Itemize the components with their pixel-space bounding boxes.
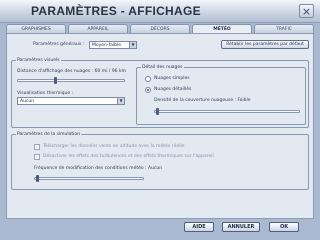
detailed-clouds-label: Nuages détaillés (154, 87, 192, 92)
simple-clouds-radio[interactable] (145, 76, 151, 82)
thermal-visualization-value: Aucun (20, 99, 35, 104)
general-settings-value: Moyen-faible (92, 43, 122, 48)
weather-update-slider[interactable] (34, 175, 144, 182)
cloud-distance-label: Distance d'affichage des nuages : 60 mi … (17, 69, 126, 74)
cloud-distance-slider[interactable] (17, 77, 125, 84)
visual-settings-title: Paramètres visuels (16, 58, 61, 63)
simulation-settings-title: Paramètres de la simulation (16, 132, 82, 137)
simple-clouds-label: Nuages simples (154, 76, 190, 81)
disable-turbulence-label: Désactiver les effets des turbulences et… (43, 154, 214, 159)
weather-update-label: Fréquence de modification des conditions… (34, 166, 163, 171)
general-settings-label: Paramètres généraux : (33, 42, 85, 47)
thermal-visualization-select[interactable]: Aucun ▼ (17, 97, 125, 105)
download-winds-checkbox[interactable] (34, 144, 40, 150)
general-settings-select[interactable]: Moyen-faible ▼ (89, 41, 137, 49)
reset-defaults-button[interactable]: Rétablir les paramètres par défaut (221, 40, 309, 49)
cloud-density-label: Densité de la couverture nuageuse : Faib… (154, 98, 251, 103)
help-button[interactable]: AIDE (184, 222, 214, 232)
visual-settings-group: Paramètres visuels Distance d'affichage … (11, 58, 309, 128)
slider-thumb[interactable] (54, 77, 57, 84)
chevron-down-icon: ▼ (117, 98, 124, 104)
chevron-down-icon: ▼ (129, 42, 136, 48)
cloud-density-slider[interactable] (154, 108, 300, 115)
cloud-detail-group: Détail des nuages Nuages simples Nuages … (136, 65, 306, 125)
disable-turbulence-checkbox[interactable] (34, 154, 40, 160)
settings-panel: Paramètres généraux : Moyen-faible ▼ Rét… (6, 33, 314, 219)
simulation-settings-group: Paramètres de la simulation Télécharger … (11, 132, 309, 190)
cloud-detail-title: Détail des nuages (141, 65, 184, 70)
detailed-clouds-radio[interactable] (145, 87, 151, 93)
window-title: PARAMÈTRES - AFFICHAGE (31, 4, 201, 18)
title-bar: PARAMÈTRES - AFFICHAGE × (0, 0, 320, 23)
ok-button[interactable]: OK (269, 222, 299, 232)
slider-thumb[interactable] (36, 175, 39, 182)
thermal-visualization-label: Visualisation thermique : (17, 91, 74, 96)
slider-thumb[interactable] (156, 108, 159, 115)
download-winds-label: Télécharger les données vents en altitud… (43, 144, 185, 149)
cancel-button[interactable]: ANNULER (222, 222, 260, 232)
close-icon[interactable]: × (299, 4, 314, 18)
